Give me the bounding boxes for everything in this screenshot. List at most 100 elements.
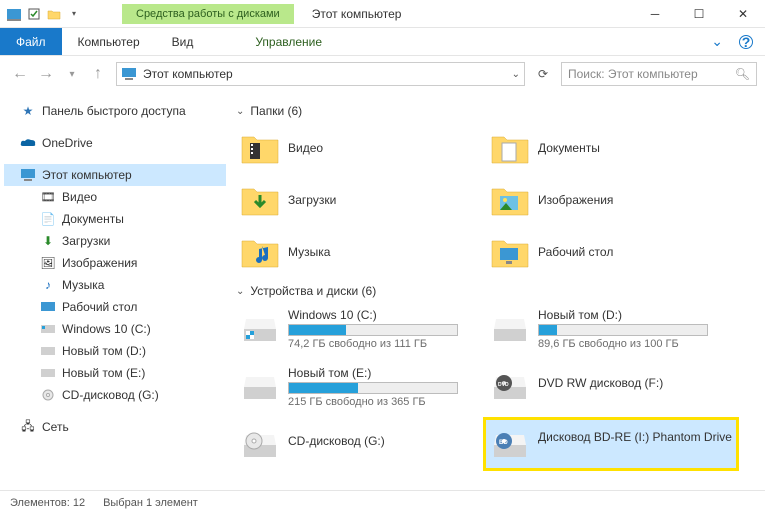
address-dropdown-icon[interactable]: ⌄ <box>512 69 520 80</box>
star-icon: ★ <box>20 103 36 119</box>
nav-drive-g[interactable]: CD-дисковод (G:) <box>4 384 226 406</box>
folder-downloads[interactable]: Загрузки <box>236 176 486 224</box>
folder-icon <box>240 128 280 168</box>
nav-this-pc[interactable]: Этот компьютер <box>4 164 226 186</box>
cd-icon <box>40 387 56 403</box>
window-title: Этот компьютер <box>312 7 402 21</box>
app-icon <box>6 6 22 22</box>
usage-bar <box>288 324 458 336</box>
onedrive-icon <box>20 135 36 151</box>
music-icon: ♪ <box>40 277 56 293</box>
desktop-icon <box>40 299 56 315</box>
nav-drive-e[interactable]: Новый том (E:) <box>4 362 226 384</box>
folder-icon <box>490 128 530 168</box>
address-row: ← → ▾ ↑ Этот компьютер ⌄ ⟳ Поиск: Этот к… <box>0 56 765 92</box>
help-icon[interactable]: ? <box>739 35 753 49</box>
qat-new-folder-icon[interactable] <box>46 6 62 22</box>
svg-text:BD: BD <box>499 440 508 446</box>
drives-grid: Windows 10 (C:) 74,2 ГБ свободно из 111 … <box>236 304 759 476</box>
quick-access-toolbar: ▾ <box>0 6 82 22</box>
folder-icon <box>240 232 280 272</box>
bd-drive-icon: BD <box>490 424 530 464</box>
refresh-button[interactable]: ⟳ <box>531 62 555 86</box>
status-bar: Элементов: 12 Выбран 1 элемент <box>0 490 765 514</box>
qat-dropdown-icon[interactable]: ▾ <box>66 6 82 22</box>
drive-i[interactable]: BD Дисковод BD-RE (I:) Phantom Drive <box>486 420 736 468</box>
download-icon: ⬇ <box>40 233 56 249</box>
tab-view[interactable]: Вид <box>156 28 210 55</box>
usage-bar <box>288 382 458 394</box>
film-icon: 🎞 <box>40 189 56 205</box>
nav-quick-access[interactable]: ★Панель быстрого доступа <box>4 100 226 122</box>
qat-properties-icon[interactable] <box>26 6 42 22</box>
folder-documents[interactable]: Документы <box>486 124 736 172</box>
status-selected: Выбран 1 элемент <box>103 497 198 509</box>
folders-grid: Видео Документы Загрузки Изображения Муз… <box>236 124 759 280</box>
nav-pictures[interactable]: 🖼Изображения <box>4 252 226 274</box>
navigation-pane: ★Панель быстрого доступа OneDrive Этот к… <box>0 92 230 492</box>
nav-music[interactable]: ♪Музыка <box>4 274 226 296</box>
drive-d[interactable]: Новый том (D:) 89,6 ГБ свободно из 100 Г… <box>486 304 736 354</box>
maximize-button[interactable]: ☐ <box>677 0 721 28</box>
drive-icon <box>490 308 530 348</box>
status-item-count: Элементов: 12 <box>10 497 85 509</box>
title-bar: ▾ Средства работы с дисками Этот компьют… <box>0 0 765 28</box>
drive-icon <box>240 308 280 348</box>
recent-locations-button[interactable]: ▾ <box>60 62 84 86</box>
chevron-down-icon: ⌄ <box>236 106 244 117</box>
drive-g[interactable]: CD-дисковод (G:) <box>236 420 486 468</box>
svg-text:DVD: DVD <box>498 382 509 388</box>
group-folders-header[interactable]: ⌄Папки (6) <box>236 104 759 118</box>
drive-c[interactable]: Windows 10 (C:) 74,2 ГБ свободно из 111 … <box>236 304 486 354</box>
window-controls: ─ ☐ ✕ <box>633 0 765 28</box>
back-button[interactable]: ← <box>8 62 32 86</box>
drive-icon <box>40 365 56 381</box>
expand-ribbon-icon[interactable]: ⌄ <box>711 33 723 50</box>
pc-icon <box>20 167 36 183</box>
network-icon: 🖧 <box>20 419 36 435</box>
search-placeholder: Поиск: Этот компьютер <box>568 67 698 81</box>
ribbon-tabs: Файл Компьютер Вид Управление ⌄ ? <box>0 28 765 56</box>
folder-icon <box>490 232 530 272</box>
drive-f[interactable]: DVD DVD RW дисковод (F:) <box>486 362 736 412</box>
search-input[interactable]: Поиск: Этот компьютер 🔍︎ <box>561 62 757 86</box>
contextual-tab-label: Средства работы с дисками <box>122 4 294 24</box>
nav-onedrive[interactable]: OneDrive <box>4 132 226 154</box>
drive-icon <box>40 343 56 359</box>
nav-desktop[interactable]: Рабочий стол <box>4 296 226 318</box>
nav-downloads[interactable]: ⬇Загрузки <box>4 230 226 252</box>
nav-documents[interactable]: 📄Документы <box>4 208 226 230</box>
document-icon: 📄 <box>40 211 56 227</box>
address-pc-icon <box>121 68 137 80</box>
chevron-down-icon: ⌄ <box>236 286 244 297</box>
drive-e[interactable]: Новый том (E:) 215 ГБ свободно из 365 ГБ <box>236 362 486 412</box>
up-button[interactable]: ↑ <box>86 62 110 86</box>
forward-button[interactable]: → <box>34 62 58 86</box>
folder-music[interactable]: Музыка <box>236 228 486 276</box>
drive-icon <box>40 321 56 337</box>
nav-video[interactable]: 🎞Видео <box>4 186 226 208</box>
nav-drive-d[interactable]: Новый том (D:) <box>4 340 226 362</box>
folder-icon <box>490 180 530 220</box>
drive-icon <box>240 366 280 406</box>
tab-computer[interactable]: Компьютер <box>62 28 156 55</box>
close-button[interactable]: ✕ <box>721 0 765 28</box>
address-bar[interactable]: Этот компьютер ⌄ <box>116 62 525 86</box>
tab-manage[interactable]: Управление <box>239 28 338 55</box>
folder-icon <box>240 180 280 220</box>
dvd-drive-icon: DVD <box>490 366 530 406</box>
folder-pictures[interactable]: Изображения <box>486 176 736 224</box>
tab-file[interactable]: Файл <box>0 28 62 55</box>
content-pane: ⌄Папки (6) Видео Документы Загрузки Изоб… <box>230 92 765 492</box>
picture-icon: 🖼 <box>40 255 56 271</box>
folder-video[interactable]: Видео <box>236 124 486 172</box>
folder-desktop[interactable]: Рабочий стол <box>486 228 736 276</box>
breadcrumb[interactable]: Этот компьютер <box>143 67 233 81</box>
nav-drive-c[interactable]: Windows 10 (C:) <box>4 318 226 340</box>
nav-network[interactable]: 🖧Сеть <box>4 416 226 438</box>
group-drives-header[interactable]: ⌄Устройства и диски (6) <box>236 284 759 298</box>
minimize-button[interactable]: ─ <box>633 0 677 28</box>
usage-bar <box>538 324 708 336</box>
search-icon: 🔍︎ <box>735 67 750 81</box>
cd-drive-icon <box>240 424 280 464</box>
